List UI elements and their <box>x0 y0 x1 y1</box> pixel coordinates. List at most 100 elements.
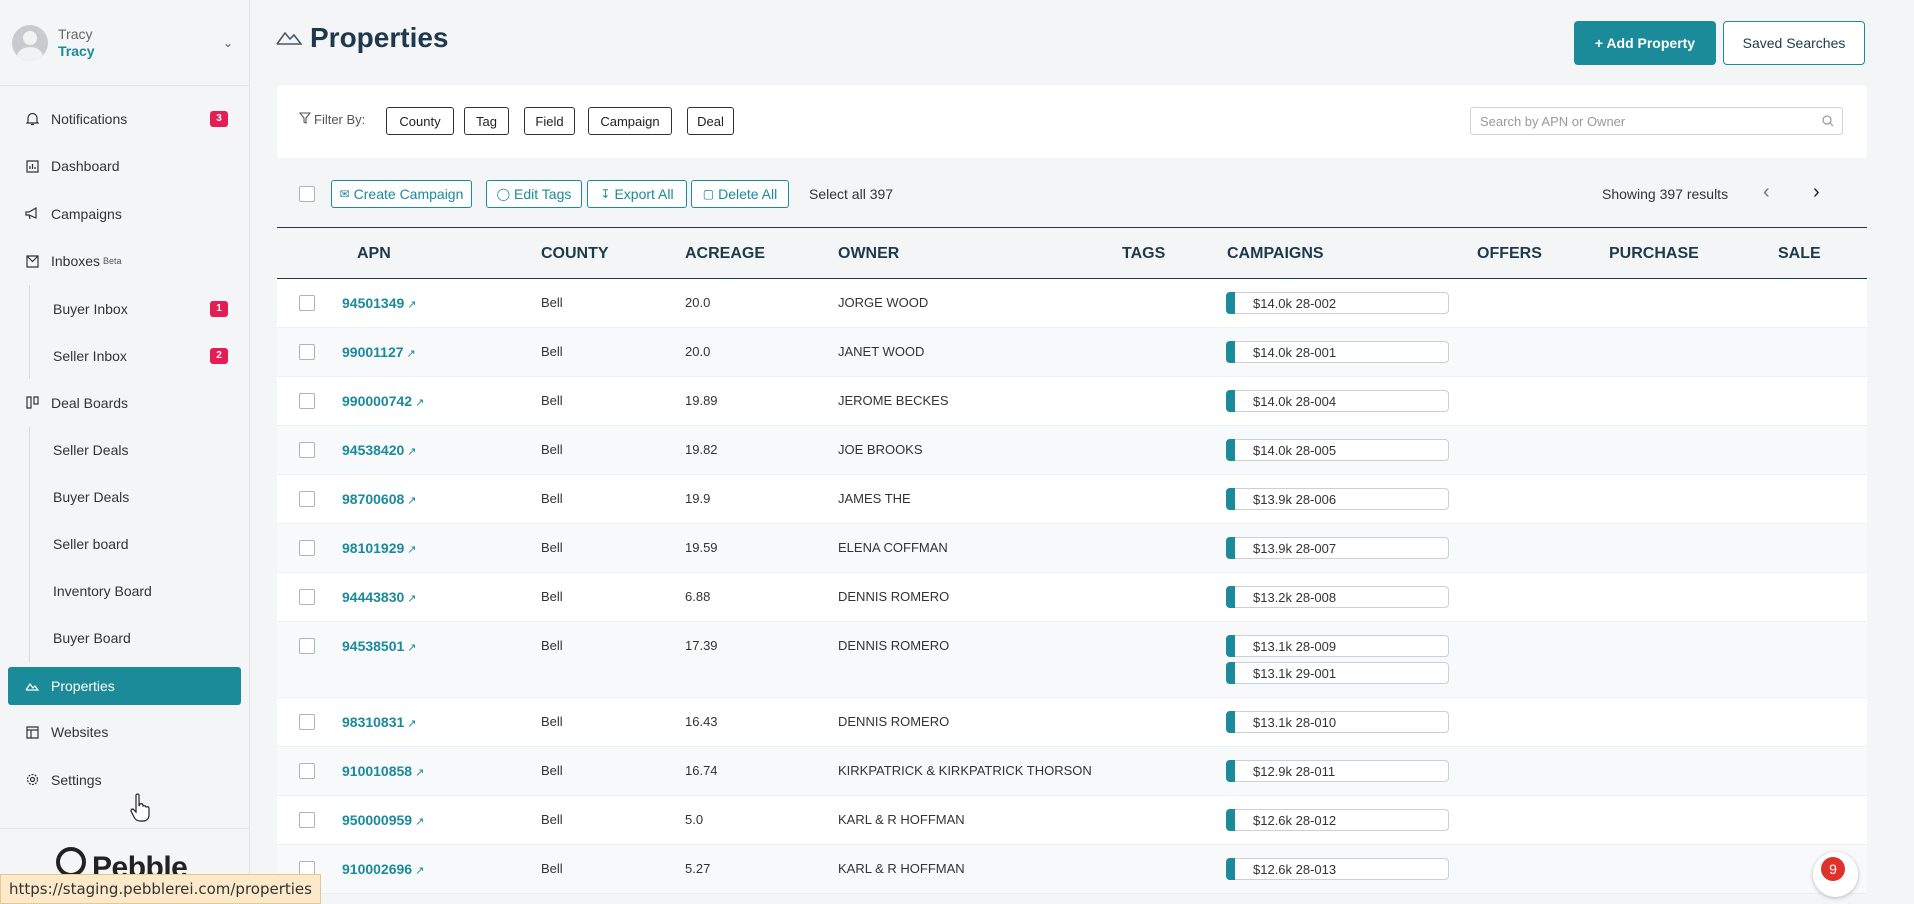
external-link-icon[interactable]: ↗ <box>407 299 416 311</box>
saved-searches-button[interactable]: Saved Searches <box>1723 21 1865 65</box>
add-property-button[interactable]: + Add Property <box>1574 21 1716 65</box>
apn-link[interactable]: 98101929 ↗ <box>342 540 417 556</box>
create-campaign-button[interactable]: ✉ Create Campaign <box>331 180 472 208</box>
table-row[interactable]: 94538501 ↗ Bell 17.39 DENNIS ROMERO $13.1k 28… <box>277 622 1867 698</box>
filter-chip-field[interactable]: Field <box>524 107 575 135</box>
column-header-tags[interactable]: TAGS <box>1122 245 1165 263</box>
table-row[interactable]: 94443830 ↗ Bell 6.88 DENNIS ROMERO $13.2k 28-… <box>277 573 1867 622</box>
campaign-pill[interactable]: $13.9k 28-007 <box>1226 537 1449 559</box>
sidebar-item-seller-deals[interactable]: Seller Deals <box>0 427 249 474</box>
row-checkbox[interactable] <box>299 295 315 311</box>
row-checkbox[interactable] <box>299 491 315 507</box>
sidebar-item-buyer-inbox[interactable]: Buyer Inbox 1 <box>0 285 249 332</box>
sidebar-item-inventory-board[interactable]: Inventory Board <box>0 568 249 615</box>
campaign-pill[interactable]: $12.6k 28-012 <box>1226 809 1449 831</box>
apn-link[interactable]: 910002696 ↗ <box>342 861 424 877</box>
column-header-sale[interactable]: SALE <box>1778 245 1821 263</box>
apn-link[interactable]: 950000959 ↗ <box>342 812 424 828</box>
external-link-icon[interactable]: ↗ <box>415 816 424 828</box>
sidebar-item-properties[interactable]: Properties <box>8 666 241 705</box>
campaign-pill[interactable]: $13.1k 28-009 <box>1226 635 1449 657</box>
table-row[interactable]: 94538420 ↗ Bell 19.82 JOE BROOKS $14.0k 28-00… <box>277 426 1867 475</box>
external-link-icon[interactable]: ↗ <box>415 397 424 409</box>
row-checkbox[interactable] <box>299 714 315 730</box>
table-row[interactable]: 99001127 ↗ Bell 20.0 JANET WOOD $14.0k 28-001 <box>277 328 1867 377</box>
chevron-down-icon[interactable]: ⌄ <box>223 36 233 50</box>
sidebar-item-campaigns[interactable]: Campaigns <box>0 190 249 238</box>
row-checkbox[interactable] <box>299 393 315 409</box>
apn-link[interactable]: 910010858 ↗ <box>342 763 424 779</box>
campaign-pill[interactable]: $13.9k 28-006 <box>1226 488 1449 510</box>
external-link-icon[interactable]: ↗ <box>407 446 416 458</box>
column-header-purchase[interactable]: PURCHASE <box>1609 245 1699 263</box>
campaign-pill[interactable]: $14.0k 28-004 <box>1226 390 1449 412</box>
chevron-right-icon[interactable]: › <box>1813 181 1820 204</box>
row-checkbox[interactable] <box>299 344 315 360</box>
row-checkbox[interactable] <box>299 589 315 605</box>
external-link-icon[interactable]: ↗ <box>407 544 416 556</box>
table-row[interactable]: 910010858 ↗ Bell 16.74 KIRKPATRICK & KIRKPAT… <box>277 747 1867 796</box>
apn-link[interactable]: 94443830 ↗ <box>342 589 417 605</box>
table-row[interactable]: 94501349 ↗ Bell 20.0 JORGE WOOD $14.0k 28-002 <box>277 279 1867 328</box>
sidebar-item-seller-board[interactable]: Seller board <box>0 521 249 568</box>
apn-link[interactable]: 94538501 ↗ <box>342 638 417 654</box>
campaign-pill[interactable]: $12.9k 28-011 <box>1226 760 1449 782</box>
campaign-pill[interactable]: $14.0k 28-002 <box>1226 292 1449 314</box>
column-header-campaigns[interactable]: CAMPAIGNS <box>1227 245 1324 263</box>
sidebar-item-settings[interactable]: Settings <box>0 756 249 804</box>
select-all-checkbox[interactable] <box>299 186 315 202</box>
campaign-pill[interactable]: $14.0k 28-005 <box>1226 439 1449 461</box>
sidebar-item-notifications[interactable]: Notifications 3 <box>0 95 249 143</box>
table-row[interactable]: 990000742 ↗ Bell 19.89 JEROME BECKES $14.0k 2… <box>277 377 1867 426</box>
search-input[interactable]: Search by APN or Owner <box>1470 107 1843 135</box>
apn-link[interactable]: 94501349 ↗ <box>342 295 417 311</box>
campaign-pill[interactable]: $14.0k 28-001 <box>1226 341 1449 363</box>
apn-link[interactable]: 94538420 ↗ <box>342 442 417 458</box>
row-checkbox[interactable] <box>299 812 315 828</box>
filter-chip-tag[interactable]: Tag <box>464 107 509 135</box>
row-checkbox[interactable] <box>299 763 315 779</box>
sidebar-item-seller-inbox[interactable]: Seller Inbox 2 <box>0 332 249 379</box>
row-checkbox[interactable] <box>299 540 315 556</box>
table-row[interactable]: 98101929 ↗ Bell 19.59 ELENA COFFMAN $13.9k 28… <box>277 524 1867 573</box>
column-header-acreage[interactable]: ACREAGE <box>685 245 765 263</box>
campaign-pill[interactable]: $13.2k 28-008 <box>1226 586 1449 608</box>
external-link-icon[interactable]: ↗ <box>407 718 416 730</box>
column-header-apn[interactable]: APN <box>357 245 391 263</box>
edit-tags-button[interactable]: ◯ Edit Tags <box>486 180 582 208</box>
external-link-icon[interactable]: ↗ <box>407 348 416 360</box>
filter-chip-deal[interactable]: Deal <box>687 107 734 135</box>
apn-link[interactable]: 98700608 ↗ <box>342 491 417 507</box>
sidebar-item-buyer-board[interactable]: Buyer Board <box>0 615 249 662</box>
apn-link[interactable]: 99001127 ↗ <box>342 344 416 360</box>
column-header-owner[interactable]: OWNER <box>838 245 899 263</box>
row-checkbox[interactable] <box>299 638 315 654</box>
table-row[interactable]: 98310831 ↗ Bell 16.43 DENNIS ROMERO $13.1k 28… <box>277 698 1867 747</box>
sidebar-item-dashboard[interactable]: Dashboard <box>0 143 249 191</box>
table-row[interactable]: 950000959 ↗ Bell 5.0 KARL & R HOFFMAN $12.6k … <box>277 796 1867 845</box>
sidebar-item-inboxes[interactable]: Inboxes Beta <box>0 238 249 286</box>
external-link-icon[interactable]: ↗ <box>407 593 416 605</box>
select-all-link[interactable]: Select all 397 <box>809 186 893 202</box>
sidebar-item-deal-boards[interactable]: Deal Boards <box>0 379 249 427</box>
apn-link[interactable]: 98310831 ↗ <box>342 714 417 730</box>
table-row[interactable]: 98700608 ↗ Bell 19.9 JAMES THE $13.9k 28-006 <box>277 475 1867 524</box>
external-link-icon[interactable]: ↗ <box>415 865 424 877</box>
apn-link[interactable]: 990000742 ↗ <box>342 393 424 409</box>
external-link-icon[interactable]: ↗ <box>415 767 424 779</box>
campaign-pill[interactable]: $13.1k 28-010 <box>1226 711 1449 733</box>
campaign-pill[interactable]: $12.6k 28-013 <box>1226 858 1449 880</box>
external-link-icon[interactable]: ↗ <box>407 495 416 507</box>
filter-chip-campaign[interactable]: Campaign <box>588 107 672 135</box>
chevron-left-icon[interactable]: ‹ <box>1763 181 1770 204</box>
delete-all-button[interactable]: ▢ Delete All <box>691 180 789 208</box>
row-checkbox[interactable] <box>299 442 315 458</box>
export-all-button[interactable]: ↧ Export All <box>587 180 687 208</box>
table-row[interactable]: 910002696 ↗ Bell 5.27 KARL & R HOFFMAN $12.6k… <box>277 845 1867 894</box>
column-header-county[interactable]: COUNTY <box>541 245 609 263</box>
sidebar-item-buyer-deals[interactable]: Buyer Deals <box>0 474 249 521</box>
sidebar-item-websites[interactable]: Websites <box>0 709 249 757</box>
filter-chip-county[interactable]: County <box>386 107 454 135</box>
campaign-pill[interactable]: $13.1k 29-001 <box>1226 662 1449 684</box>
user-menu[interactable]: Tracy Tracy ⌄ <box>0 0 249 86</box>
